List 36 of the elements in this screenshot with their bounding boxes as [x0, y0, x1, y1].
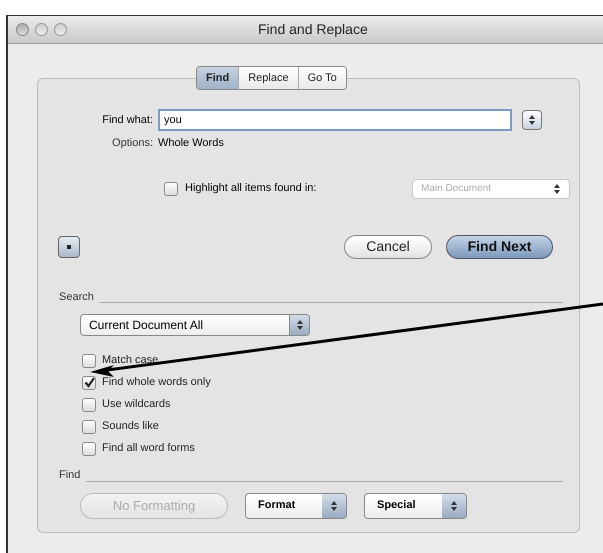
close-button[interactable] — [16, 23, 29, 36]
stepper-icon — [296, 319, 304, 331]
minimize-button[interactable] — [35, 23, 48, 36]
find-heading: Find — [59, 468, 80, 483]
option-checkbox[interactable] — [82, 354, 96, 368]
search-heading: Search — [59, 290, 94, 304]
cancel-button[interactable]: Cancel — [344, 234, 432, 258]
options-label: Options: — [111, 136, 154, 151]
option-checkbox[interactable] — [82, 420, 96, 434]
special-dropdown[interactable]: Special — [364, 492, 467, 518]
find-what-field[interactable]: you — [158, 109, 512, 131]
options-value: Whole Words — [158, 136, 224, 151]
window-title: Find and Replace — [258, 20, 368, 39]
option-checkbox[interactable] — [82, 442, 96, 456]
stepper-icon — [553, 182, 561, 194]
stepper-icon — [450, 500, 458, 512]
scope-dropdown[interactable]: Current Document All — [80, 314, 310, 336]
option-label: Sounds like — [102, 419, 159, 434]
option-label: Find whole words only — [102, 375, 211, 390]
option-label: Match case — [102, 353, 158, 368]
stepper-icon — [330, 500, 338, 512]
find-next-button[interactable]: Find Next — [446, 234, 553, 258]
tab[interactable]: Find — [197, 67, 240, 89]
zoom-button[interactable] — [54, 23, 67, 36]
find-what-label: Find what: — [101, 112, 154, 128]
option-label: Find all word forms — [102, 441, 195, 456]
option-checkbox[interactable] — [82, 376, 96, 390]
disclosure-button[interactable] — [58, 236, 80, 258]
recent-searches-button[interactable] — [522, 110, 542, 130]
tab[interactable]: Replace — [239, 67, 299, 89]
format-dropdown[interactable]: Format — [245, 492, 347, 518]
stepper-icon — [528, 114, 536, 126]
option-checkbox[interactable] — [82, 398, 96, 412]
tab[interactable]: Go To — [298, 67, 346, 89]
highlight-label: Highlight all items found in: — [185, 181, 318, 196]
option-label: Use wildcards — [102, 397, 170, 412]
